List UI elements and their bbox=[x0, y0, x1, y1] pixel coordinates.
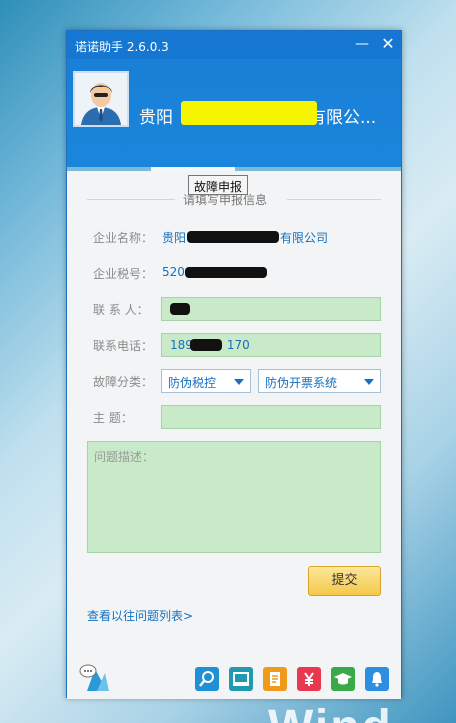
chat-icon[interactable] bbox=[79, 663, 111, 693]
bottom-toolbar bbox=[67, 655, 401, 699]
category-primary-select[interactable]: 防伪税控 bbox=[161, 369, 251, 393]
contact-label: 联 系 人： bbox=[93, 303, 149, 317]
profile-header: 贵阳 有限公... bbox=[67, 59, 401, 199]
redaction-mark bbox=[190, 339, 222, 351]
tax-value: 520 bbox=[162, 265, 185, 279]
contact-field[interactable] bbox=[161, 297, 381, 321]
category-primary-value: 防伪税控 bbox=[168, 376, 217, 390]
search-icon[interactable] bbox=[195, 667, 219, 691]
section-divider-right bbox=[287, 199, 381, 200]
category-secondary-value: 防伪开票系统 bbox=[265, 376, 338, 390]
phone-label: 联系电话： bbox=[93, 339, 154, 353]
company-label: 企业名称： bbox=[93, 231, 154, 245]
desktop-watermark-text: Wind bbox=[268, 700, 393, 723]
redaction-mark bbox=[185, 267, 267, 278]
chevron-down-icon bbox=[234, 379, 244, 385]
company-title-prefix: 贵阳 bbox=[139, 108, 173, 128]
computer-icon[interactable] bbox=[229, 667, 253, 691]
company-title-suffix: 有限公... bbox=[309, 108, 377, 128]
company-value-prefix: 贵阳 bbox=[162, 231, 187, 245]
category-secondary-select[interactable]: 防伪开票系统 bbox=[258, 369, 381, 393]
bell-icon[interactable] bbox=[365, 667, 389, 691]
title-bar[interactable]: 诺诺助手 2.6.0.3 — ✕ bbox=[67, 31, 401, 59]
redaction-highlight bbox=[181, 101, 317, 125]
user-avatar-icon bbox=[75, 73, 127, 125]
avatar[interactable] bbox=[73, 71, 129, 127]
chevron-down-icon bbox=[364, 379, 374, 385]
close-button[interactable]: ✕ bbox=[377, 34, 399, 54]
window-title: 诺诺助手 2.6.0.3 bbox=[75, 40, 169, 54]
redaction-mark bbox=[187, 231, 279, 243]
form-panel: 请填写申报信息 企业名称： 贵阳 有限公司 企业税号： 520 联 系 人： 联系… bbox=[67, 171, 401, 699]
tab-tooltip: 故障申报 bbox=[188, 175, 249, 195]
phone-field[interactable]: 189 170 bbox=[161, 333, 381, 357]
description-textarea[interactable]: 问题描述： bbox=[87, 441, 381, 553]
description-placeholder: 问题描述： bbox=[94, 450, 155, 464]
phone-value-suffix: 170 bbox=[226, 338, 250, 352]
graduation-icon[interactable] bbox=[331, 667, 355, 691]
subject-field[interactable] bbox=[161, 405, 381, 429]
submit-button[interactable]: 提交 bbox=[308, 566, 381, 596]
history-link[interactable]: 查看以往问题列表> bbox=[87, 607, 193, 624]
company-value-suffix: 有限公司 bbox=[280, 231, 329, 245]
tax-label: 企业税号： bbox=[93, 267, 154, 281]
category-label: 故障分类： bbox=[93, 375, 154, 389]
app-window: 诺诺助手 2.6.0.3 — ✕ 贵阳 有限公... 故障申报 请填写申报信息 … bbox=[66, 30, 402, 699]
redaction-mark bbox=[170, 303, 190, 315]
document-icon[interactable] bbox=[263, 667, 287, 691]
yuan-icon[interactable] bbox=[297, 667, 321, 691]
minimize-button[interactable]: — bbox=[351, 34, 373, 54]
section-divider-left bbox=[87, 199, 175, 200]
subject-label: 主 题： bbox=[93, 411, 133, 425]
